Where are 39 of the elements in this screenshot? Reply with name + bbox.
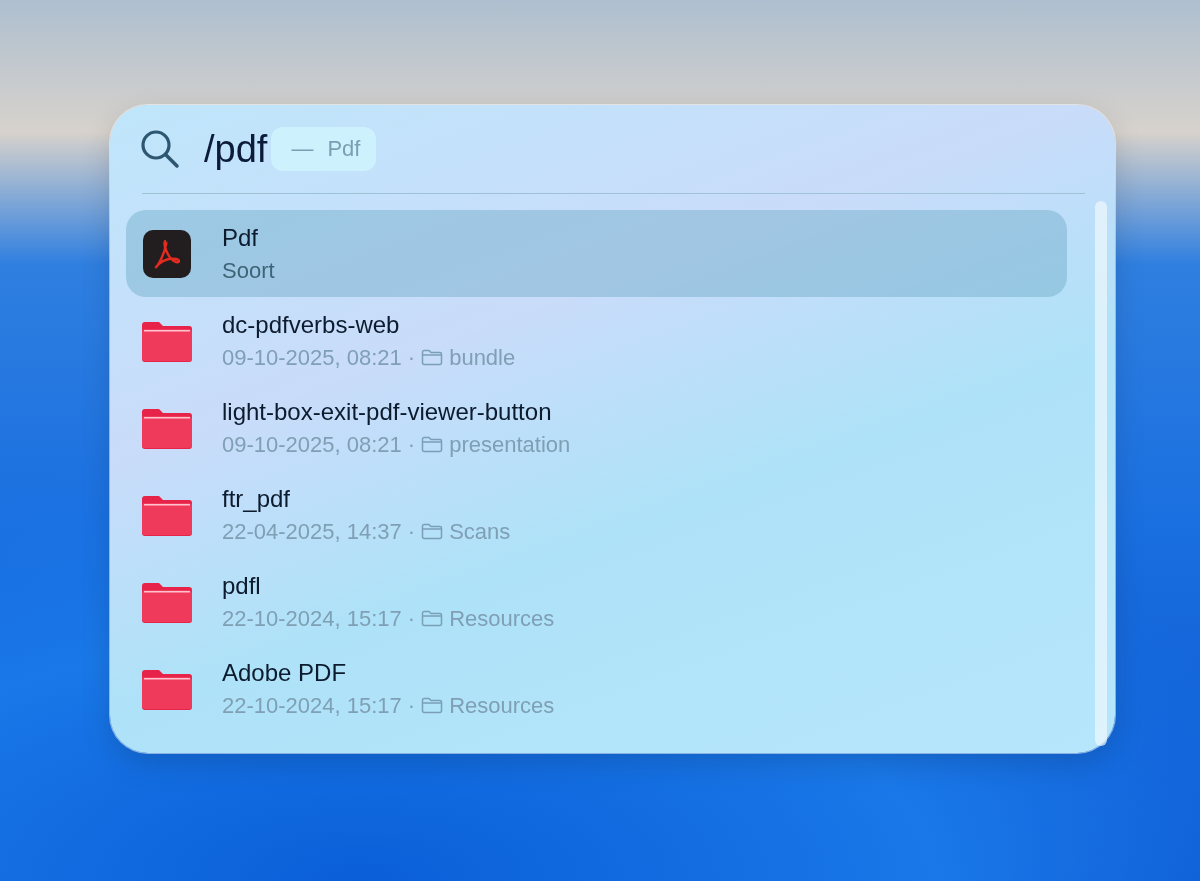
result-title: Adobe PDF [222,658,348,687]
folder-location: presentation [449,431,571,458]
separator-dot: · [407,605,416,632]
modified-date: 22-04-2025, 14:37 [222,518,402,545]
result-title: Pdf [222,223,260,252]
suggestion-text: Pdf [327,136,361,162]
separator-dot: · [407,692,416,719]
folder-icon [421,349,444,366]
modified-date: 09-10-2025, 08:21 [222,431,402,458]
result-kind: Soort [222,257,275,284]
separator-dot: · [407,431,416,458]
folder-icon [421,610,444,627]
folder-location: Resources [449,692,555,719]
result-title: light-box-exit-pdf-viewer-button [222,397,553,426]
separator-dot: · [407,344,416,371]
folder-location: Resources [449,605,555,632]
modified-date: 09-10-2025, 08:21 [222,344,402,371]
dash-text: — [291,136,314,162]
folder-location: Scans [449,518,511,545]
separator-dot: · [407,518,416,545]
result-title: dc-pdfverbs-web [222,310,401,339]
result-item[interactable]: Adobe PDF 22-10-2024, 15:17 · Resources [126,645,1067,732]
result-title: pdfl [222,571,262,600]
folder-icon [421,523,444,540]
folder-icon [421,436,444,453]
folder-icon [421,697,444,714]
modified-date: 22-10-2024, 15:17 [222,692,402,719]
search-icon [140,129,180,169]
acrobat-app-icon [143,229,191,278]
result-item[interactable]: pdfl 22-10-2024, 15:17 · Resources [126,558,1067,645]
scrollbar[interactable] [1095,201,1107,746]
result-item[interactable]: dc-pdfverbs-web 09-10-2025, 08:21 · bundle [126,297,1067,384]
search-query[interactable]: /pdf [204,127,268,171]
result-item[interactable]: light-box-exit-pdf-viewer-button 09-10-2025, 08:21 · presentation [126,384,1067,471]
result-title: ftr_pdf [222,484,292,513]
result-item[interactable]: ftr_pdf 22-04-2025, 14:37 · Scans [126,471,1067,558]
modified-date: 22-10-2024, 15:17 [222,605,402,632]
folder-location: bundle [449,344,516,371]
result-item[interactable]: Pdf Soort [126,210,1067,297]
